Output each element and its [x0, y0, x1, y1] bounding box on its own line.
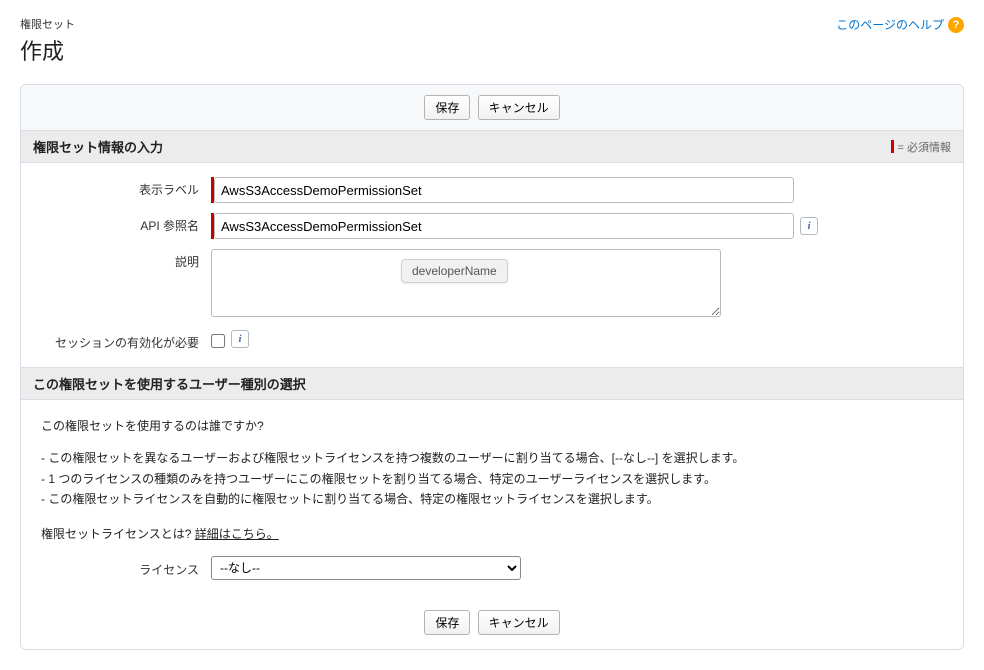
- description-textarea[interactable]: [211, 249, 721, 317]
- display-label-input[interactable]: [214, 177, 794, 203]
- page-help-label: このページのヘルプ: [836, 16, 944, 33]
- cancel-button-bottom[interactable]: キャンセル: [478, 610, 560, 635]
- required-marker-icon: [891, 140, 894, 153]
- display-label-label: 表示ラベル: [41, 177, 211, 198]
- info-bullet-1: - この権限セットを異なるユーザーおよび権限セットライセンスを持つ複数のユーザー…: [41, 448, 943, 468]
- main-panel: 保存 キャンセル 権限セット情報の入力 = 必須情報 表示ラベル API 参照名: [20, 84, 964, 650]
- session-activation-info-button[interactable]: i: [231, 330, 249, 348]
- help-icon: ?: [948, 17, 964, 33]
- required-info-note: = 必須情報: [891, 139, 951, 155]
- api-name-label: API 参照名: [41, 213, 211, 234]
- info-bullet-3: - この権限セットライセンスを自動的に権限セットに割り当てる場合、特定の権限セッ…: [41, 489, 943, 509]
- description-label: 説明: [41, 249, 211, 270]
- page-help-link[interactable]: このページのヘルプ ?: [836, 16, 964, 33]
- section-user-type: この権限セットを使用するユーザー種別の選択: [21, 367, 963, 400]
- session-activation-checkbox[interactable]: [211, 334, 225, 348]
- section-permission-info-title: 権限セット情報の入力: [33, 137, 163, 156]
- page-subtitle: 権限セット: [20, 16, 75, 32]
- license-question: 権限セットライセンスとは?: [41, 527, 195, 541]
- save-button-bottom[interactable]: 保存: [424, 610, 470, 635]
- api-name-info-button[interactable]: i: [800, 217, 818, 235]
- required-info-text: = 必須情報: [898, 139, 951, 155]
- api-name-input[interactable]: [214, 213, 794, 239]
- cancel-button[interactable]: キャンセル: [478, 95, 560, 120]
- info-bullet-2: - 1 つのライセンスの種類のみを持つユーザーにこの権限セットを割り当てる場合、…: [41, 469, 943, 489]
- top-button-row: 保存 キャンセル: [21, 85, 963, 130]
- license-select[interactable]: --なし--: [211, 556, 521, 580]
- page-title: 作成: [20, 34, 75, 66]
- session-activation-label: セッションの有効化が必要: [41, 330, 211, 351]
- bottom-button-row: 保存 キャンセル: [21, 598, 963, 649]
- save-button[interactable]: 保存: [424, 95, 470, 120]
- who-uses-question: この権限セットを使用するのは誰ですか?: [41, 416, 943, 436]
- details-link[interactable]: 詳細はこちら。: [195, 527, 279, 541]
- license-label: ライセンス: [41, 556, 211, 580]
- section-user-type-title: この権限セットを使用するユーザー種別の選択: [33, 374, 306, 393]
- section-permission-info: 権限セット情報の入力 = 必須情報: [21, 130, 963, 163]
